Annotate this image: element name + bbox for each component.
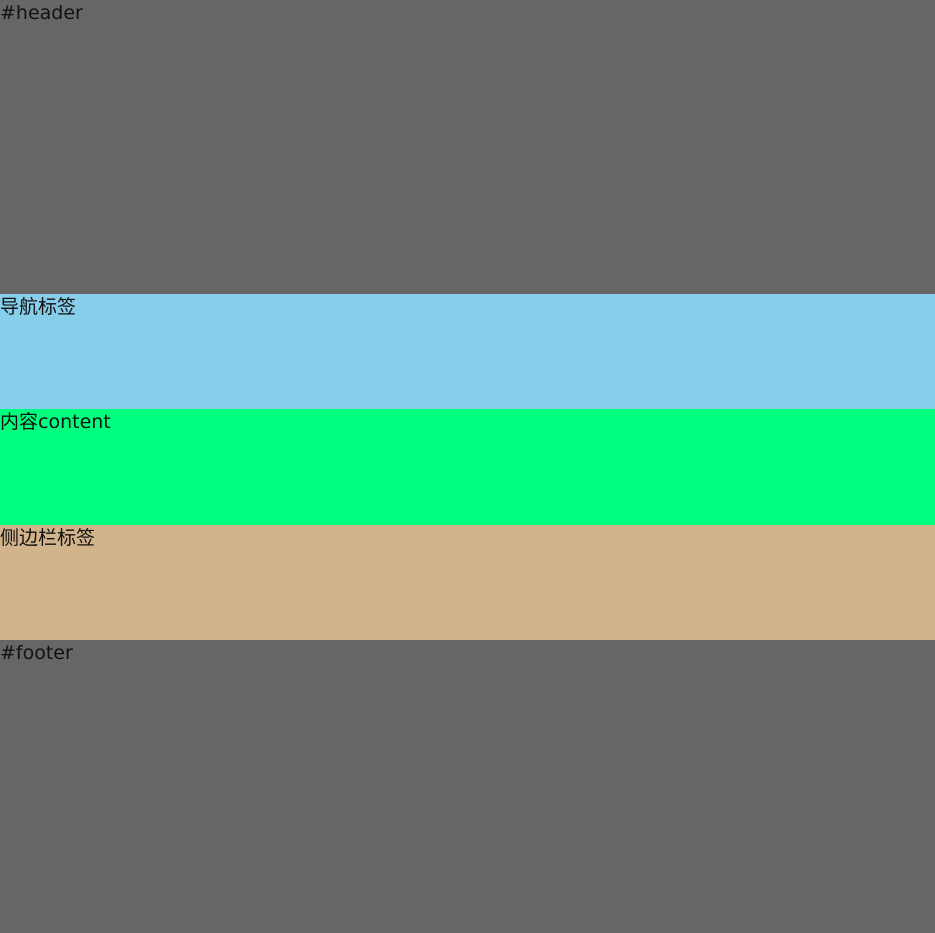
aside-section: 侧边栏标签 [0,525,935,640]
footer-label: #footer [0,642,73,664]
header-label: #header [0,2,83,24]
aside-label: 侧边栏标签 [0,527,96,549]
nav-label: 导航标签 [0,296,77,318]
header-section: #header [0,0,935,294]
page-layout: #header 导航标签 内容content 侧边栏标签 #footer [0,0,935,933]
footer-section: #footer [0,640,935,933]
content-section: 内容content [0,409,935,525]
nav-section: 导航标签 [0,294,935,409]
content-label: 内容content [0,411,111,433]
